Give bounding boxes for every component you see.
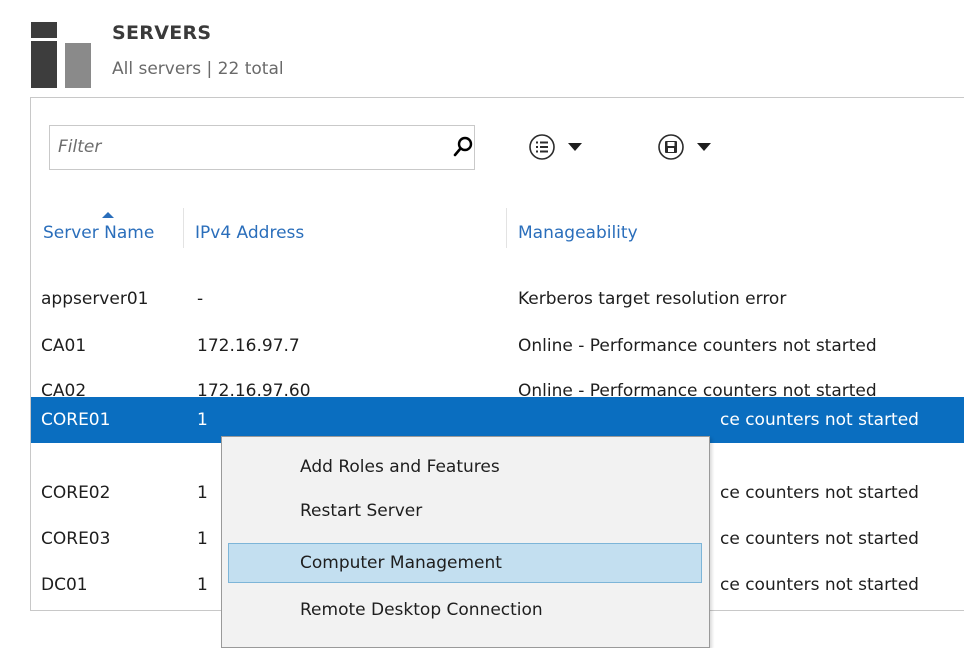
ip-cell: - <box>197 289 204 309</box>
column-header-manageability[interactable]: Manageability <box>518 223 638 243</box>
save-icon <box>658 134 684 160</box>
chevron-down-icon <box>568 143 582 151</box>
menu-item-computer-management[interactable]: Computer Management <box>228 543 702 583</box>
save-query-button[interactable] <box>657 133 739 161</box>
menu-item-label: Remote Desktop Connection <box>300 600 543 620</box>
column-header-ipv4-address[interactable]: IPv4 Address <box>195 223 304 243</box>
menu-item-label: Computer Management <box>300 553 502 573</box>
column-header-server-name[interactable]: Server Name <box>43 223 154 243</box>
manageability-cell: Kerberos target resolution error <box>518 289 787 309</box>
ip-cell: 1 <box>197 575 208 595</box>
filter-input[interactable] <box>49 125 475 170</box>
menu-item-remote-desktop-connection[interactable]: Remote Desktop Connection <box>228 590 702 630</box>
page-title: SERVERS <box>112 22 212 44</box>
ip-cell: 1 <box>197 483 208 503</box>
list-options-button[interactable] <box>528 133 610 161</box>
menu-item-add-roles-and-features[interactable]: Add Roles and Features <box>228 447 702 487</box>
manageability-cell: Online - Performance counters not starte… <box>518 336 877 356</box>
filter-placeholder: Filter <box>58 137 102 157</box>
menu-item-label: Restart Server <box>300 501 423 521</box>
ip-cell: 1 <box>197 529 208 549</box>
server-name-cell: CORE03 <box>41 529 111 549</box>
column-divider[interactable] <box>506 208 507 248</box>
server-name-cell: CORE02 <box>41 483 111 503</box>
column-divider[interactable] <box>183 208 184 248</box>
list-options-icon <box>529 134 555 160</box>
manageability-cell: ce counters not started <box>720 410 919 430</box>
chevron-down-icon <box>697 143 711 151</box>
server-name-cell: CORE01 <box>41 410 111 430</box>
server-name-cell: appserver01 <box>41 289 149 309</box>
context-menu: Add Roles and Features Restart Server Co… <box>221 436 710 648</box>
ip-cell: 172.16.97.7 <box>197 336 300 356</box>
manageability-cell: ce counters not started <box>720 529 919 549</box>
search-icon[interactable] <box>453 136 473 158</box>
server-name-cell: CA01 <box>41 336 87 356</box>
menu-item-label: Add Roles and Features <box>300 457 500 477</box>
sort-ascending-icon <box>102 212 114 218</box>
server-name-cell: DC01 <box>41 575 88 595</box>
page-subtitle: All servers | 22 total <box>112 59 284 79</box>
manageability-cell: ce counters not started <box>720 575 919 595</box>
ip-cell: 1 <box>197 410 208 430</box>
manageability-cell: ce counters not started <box>720 483 919 503</box>
table-row[interactable]: CA01 172.16.97.7 Online - Performance co… <box>31 326 964 366</box>
menu-item-restart-server[interactable]: Restart Server <box>228 491 702 531</box>
servers-icon <box>31 22 91 88</box>
table-row[interactable]: appserver01 - Kerberos target resolution… <box>31 279 964 319</box>
